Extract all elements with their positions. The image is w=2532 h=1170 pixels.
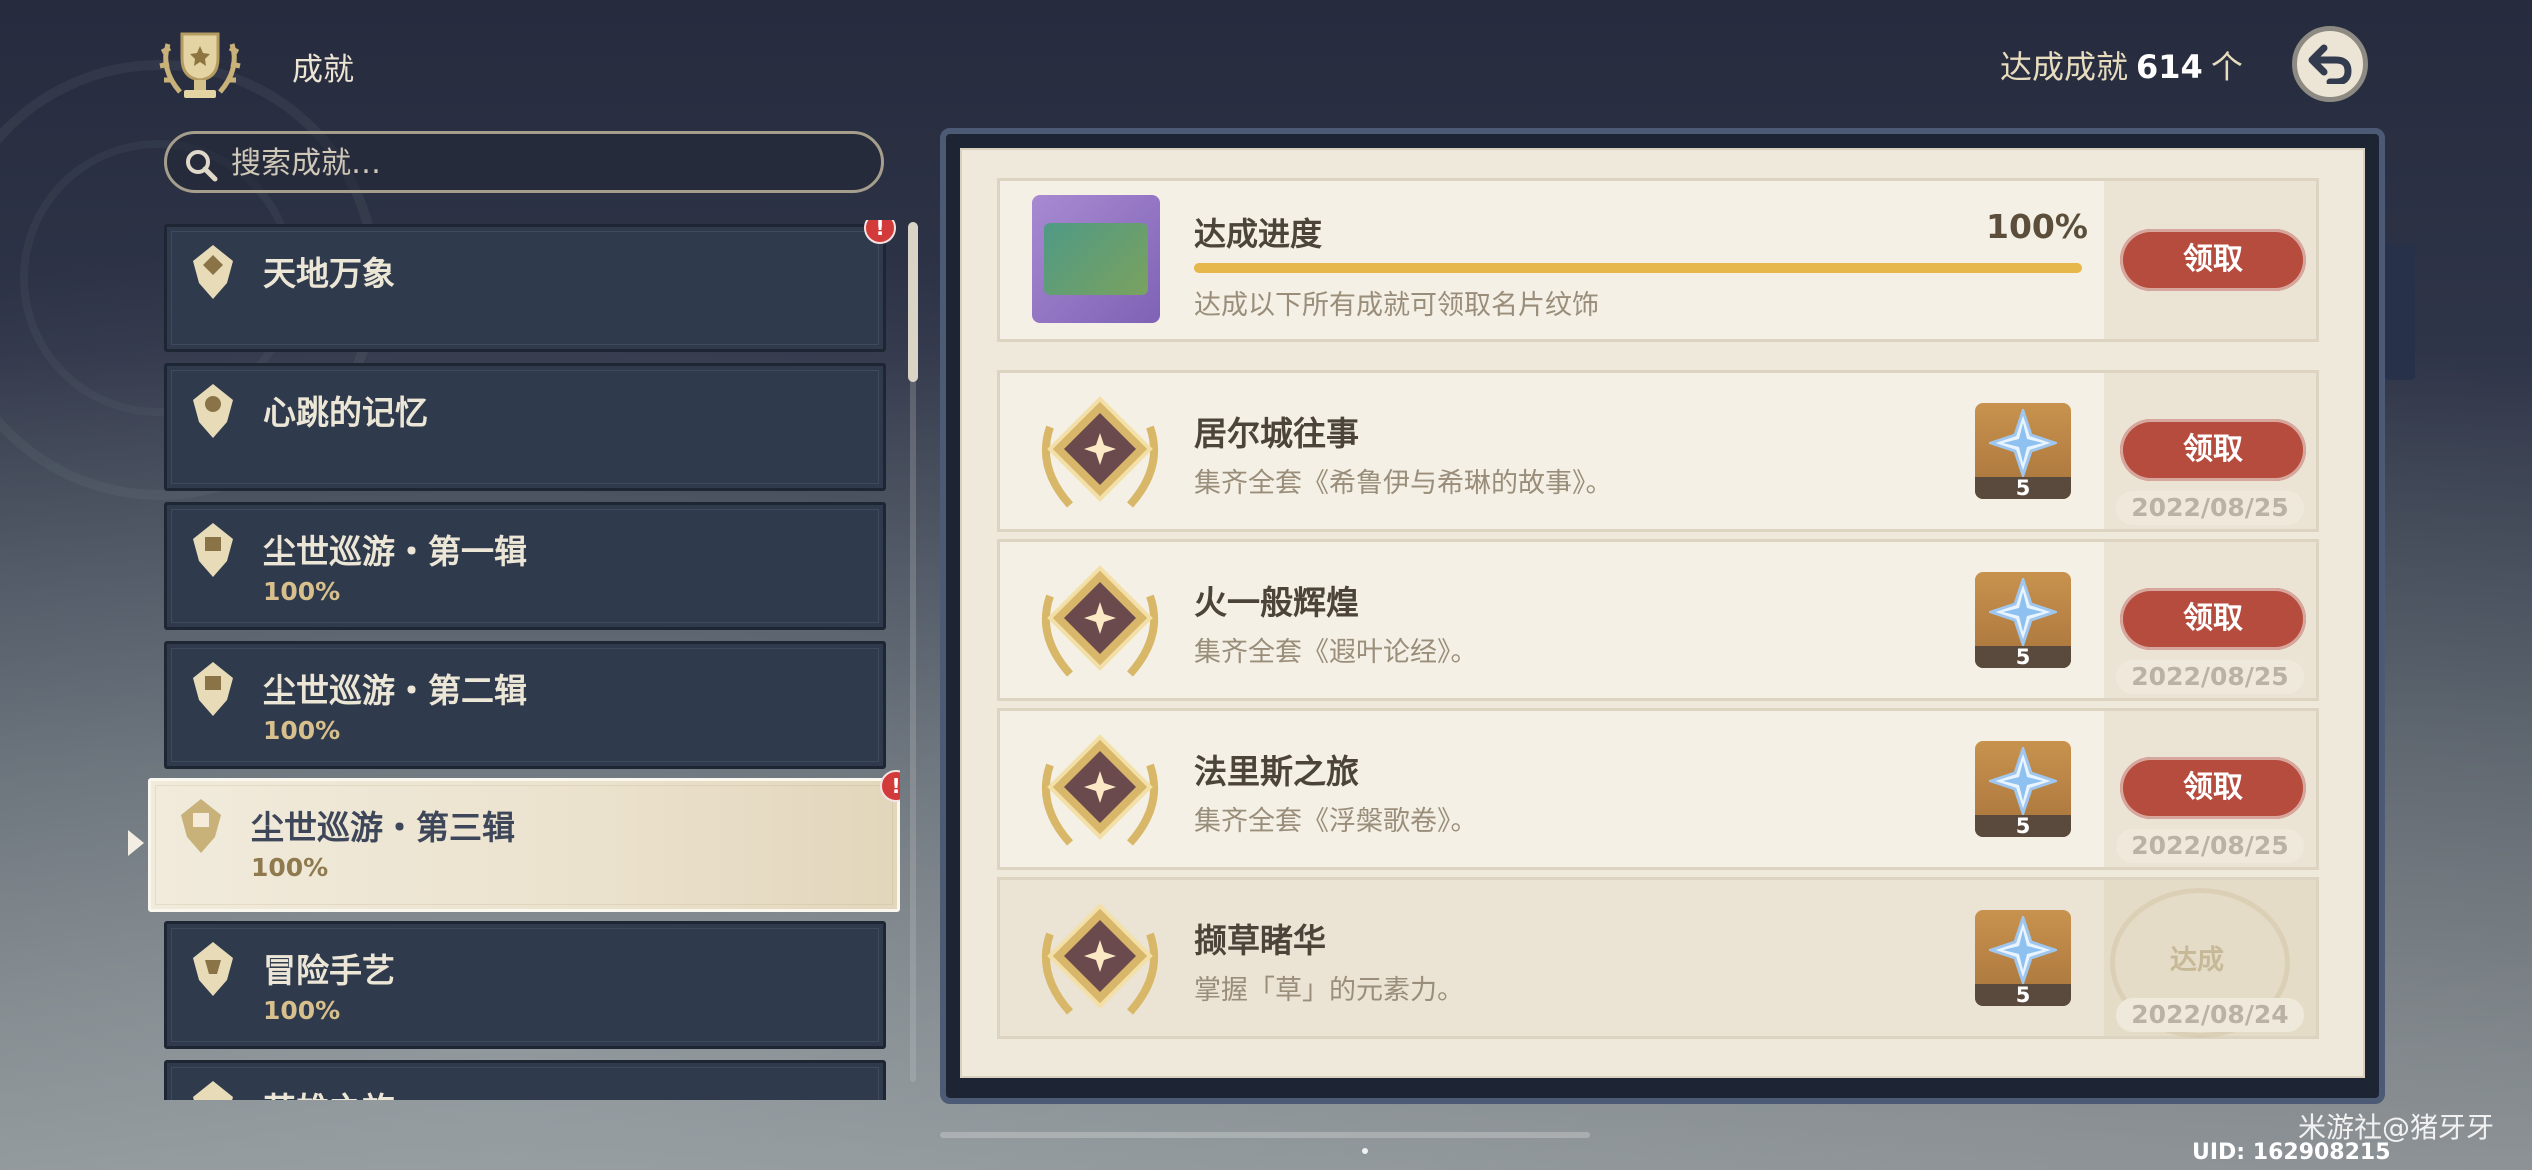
achievement-date: 2022/08/25 [2116,491,2304,525]
category-name: 英雄之旅 [263,1083,395,1100]
achievement-date: 2022/08/25 [2116,660,2304,694]
achievement-medal-icon [1041,734,1159,846]
total-count: 614 [2136,48,2203,86]
achievement-date: 2022/08/24 [2116,998,2304,1032]
category-item[interactable]: 冒险手艺 100% [164,921,886,1049]
achievement-desc: 集齐全套《浮槃歌卷》。 [1194,806,1478,837]
category-list: 天地万象 ! 心跳的记忆 尘世巡游・第一辑 100% 尘世巡游・第二辑 100%… [0,220,900,1100]
primogem-icon [1989,747,2057,815]
achievement-title: 撷草睹华 [1194,921,1326,960]
achievement-desc: 掌握「草」的元素力。 [1194,975,1464,1006]
category-percent: 100% [263,996,341,1025]
category-item-selected[interactable]: 尘世巡游・第三辑 100% [148,778,900,912]
category-item[interactable]: 心跳的记忆 [164,363,886,491]
category-percent: 100% [263,716,341,745]
primogem-reward: 5 [1975,403,2071,499]
reward-quantity: 5 [1975,815,2071,837]
primogem-reward: 5 [1975,910,2071,1006]
achievement-total: 达成成就 614 个 [2000,42,2243,88]
progress-percent: 100% [1986,207,2088,246]
trophy-icon [159,32,241,98]
search-icon [186,150,218,182]
category-badge-icon [193,662,233,716]
category-name: 冒险手艺 [263,951,395,990]
total-unit: 个 [2210,48,2243,86]
reward-quantity: 5 [1975,477,2071,499]
page-title: 成就 [292,52,354,88]
achievement-row: 火一般辉煌 集齐全套《遐叶论经》。 5 领取 2022/08/25 [997,539,2319,701]
category-item[interactable]: 尘世巡游・第二辑 100% [164,641,886,769]
book-tab [2385,244,2415,380]
achievement-title: 居尔城往事 [1194,414,1359,453]
total-label: 达成成就 [2000,48,2129,86]
claim-button[interactable]: 领取 [2120,229,2306,291]
primogem-icon [1989,409,2057,477]
search-input[interactable] [229,142,853,184]
achievement-medal-icon [1041,565,1159,677]
category-badge-icon [193,942,233,996]
claim-button[interactable]: 领取 [2120,757,2306,819]
achievement-medal-icon [1041,903,1159,1015]
achievement-title: 法里斯之旅 [1194,752,1359,791]
achievement-row: 居尔城往事 集齐全套《希鲁伊与希琳的故事》。 5 领取 2022/08/25 [997,370,2319,532]
achievement-title: 火一般辉煌 [1194,583,1359,622]
category-item[interactable]: 英雄之旅 [164,1060,886,1100]
completed-status: 达成 [2170,945,2224,976]
category-name: 尘世巡游・第二辑 [263,671,527,710]
category-name: 尘世巡游・第三辑 [251,808,515,847]
progress-bar [1194,263,2082,273]
claim-button[interactable]: 领取 [2120,588,2306,650]
category-percent: 100% [263,577,341,606]
category-name: 天地万象 [263,254,395,293]
progress-desc: 达成以下所有成就可领取名片纹饰 [1194,290,1599,321]
progress-card: 达成进度 100% 达成以下所有成就可领取名片纹饰 领取 [997,178,2319,342]
category-badge-icon [193,245,233,299]
category-item[interactable]: 天地万象 [164,224,886,352]
namecard-reward-icon [1032,195,1160,323]
page-indicator [1362,1148,1368,1154]
progress-bar-fill [1194,263,2082,273]
reward-quantity: 5 [1975,646,2071,668]
category-badge-icon [193,1081,233,1100]
category-name: 尘世巡游・第一辑 [263,532,527,571]
achievement-date: 2022/08/25 [2116,829,2304,863]
category-badge-icon [181,799,221,853]
progress-title: 达成进度 [1194,215,1323,253]
back-arrow-icon [2308,44,2352,84]
primogem-reward: 5 [1975,572,2071,668]
category-percent: 100% [251,853,329,882]
primogem-reward: 5 [1975,741,2071,837]
page-scrollbar[interactable] [940,1132,1590,1138]
achievement-row-completed: 撷草睹华 掌握「草」的元素力。 5 达成 2022/08/24 [997,877,2319,1039]
category-scrollbar-thumb[interactable] [908,222,918,382]
reward-quantity: 5 [1975,984,2071,1006]
back-button[interactable] [2292,26,2368,102]
achievement-desc: 集齐全套《希鲁伊与希琳的故事》。 [1194,468,1613,499]
category-badge-icon [193,523,233,577]
primogem-icon [1989,578,2057,646]
achievement-medal-icon [1041,396,1159,508]
player-uid: UID: 162908215 [2192,1140,2391,1165]
search-box[interactable] [164,131,884,193]
achievement-row: 法里斯之旅 集齐全套《浮槃歌卷》。 5 领取 2022/08/25 [997,708,2319,870]
category-badge-icon [193,384,233,438]
claim-button[interactable]: 领取 [2120,419,2306,481]
category-item[interactable]: 尘世巡游・第一辑 100% [164,502,886,630]
category-name: 心跳的记忆 [263,393,428,432]
selected-indicator-icon [128,830,144,856]
primogem-icon [1989,916,2057,984]
achievement-desc: 集齐全套《遐叶论经》。 [1194,637,1478,668]
